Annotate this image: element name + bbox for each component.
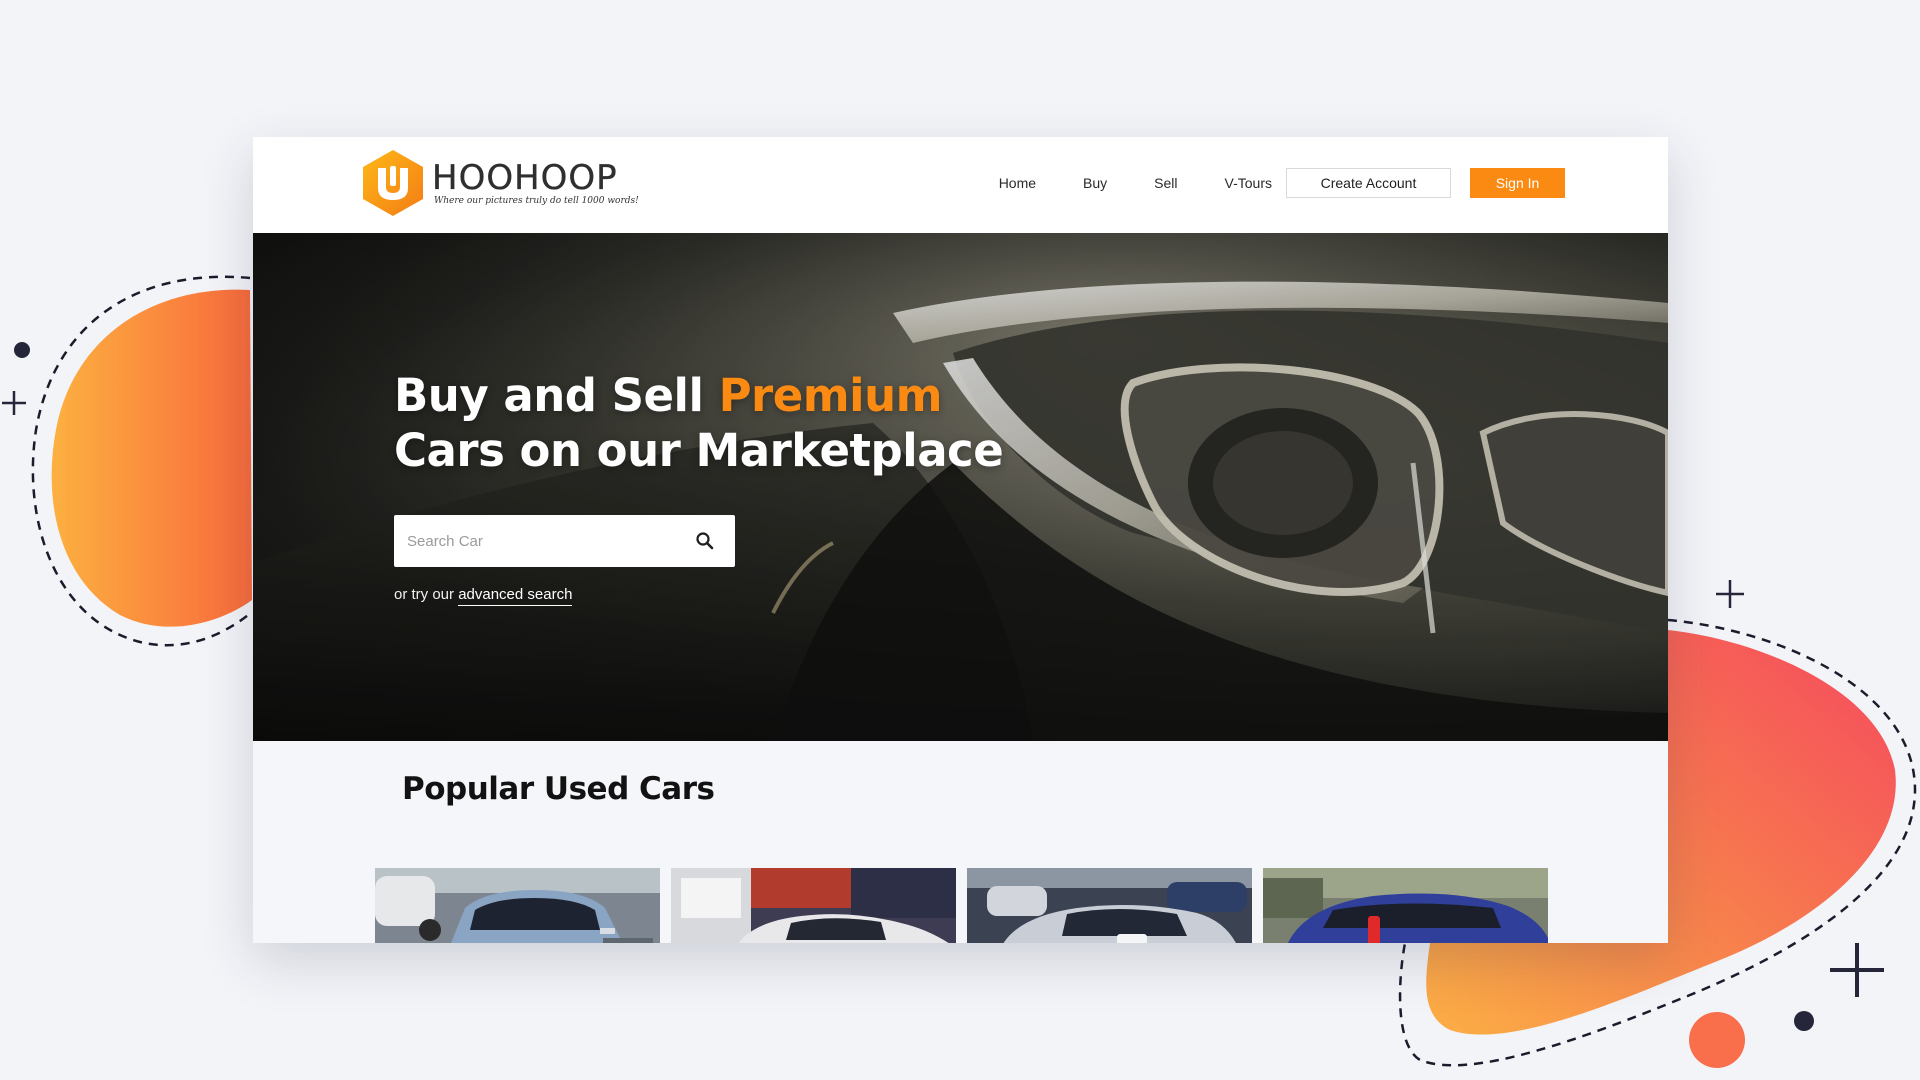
nav-home-link[interactable]: Home (999, 175, 1036, 191)
car-card-list (375, 868, 1548, 943)
popular-title-bold: Popular (402, 771, 534, 807)
left-dashed-outline (31, 275, 253, 647)
car-photo-silver-compact (967, 868, 1252, 943)
right-dark-dot (1794, 1011, 1814, 1031)
left-plus (2, 391, 26, 415)
right-plus-large (1830, 943, 1884, 997)
right-plus-small (1716, 580, 1744, 608)
popular-section: Popular Used Cars (253, 741, 1668, 943)
car-card-2[interactable] (671, 868, 956, 943)
search-bar (394, 515, 735, 567)
website-window: HOOHOOP Where our pictures truly do tell… (253, 137, 1668, 943)
logo-tagline: Where our pictures truly do tell 1000 wo… (434, 196, 639, 206)
logo-text: HOOHOOP Where our pictures truly do tell… (432, 160, 639, 206)
site-header: HOOHOOP Where our pictures truly do tell… (253, 137, 1668, 233)
nav-sell-link[interactable]: Sell (1154, 175, 1177, 191)
car-photo-silver-sedan (375, 868, 660, 943)
car-card-1[interactable] (375, 868, 660, 943)
hexagon-logo-icon (363, 150, 423, 216)
hero-title-accent: Premium (718, 369, 943, 422)
advanced-search-link[interactable]: advanced search (458, 586, 573, 606)
logo-wordmark: HOOHOOP (432, 158, 618, 198)
car-photo-white-hatchback (671, 868, 956, 943)
car-headlight-image (253, 233, 1668, 741)
popular-title-rest: Used Cars (533, 771, 715, 807)
sign-in-button[interactable]: Sign In (1470, 168, 1565, 198)
advanced-search-hint: or try our advanced search (394, 586, 573, 606)
hero-section: Buy and Sell Premium Cars on our Marketp… (253, 233, 1668, 741)
car-photo-blue-hatchback (1263, 868, 1548, 943)
brand-logo[interactable]: HOOHOOP Where our pictures truly do tell… (360, 148, 639, 218)
search-icon[interactable] (695, 531, 715, 551)
search-car-input[interactable] (394, 515, 684, 567)
left-dot (14, 342, 30, 358)
left-blob (51, 289, 252, 627)
car-card-4[interactable] (1263, 868, 1548, 943)
advanced-search-prefix: or try our (394, 586, 459, 603)
create-account-button[interactable]: Create Account (1286, 168, 1451, 198)
hero-headline: Buy and Sell Premium Cars on our Marketp… (394, 368, 1004, 478)
hero-title-part1: Buy and Sell (394, 369, 719, 422)
nav-vtours-link[interactable]: V-Tours (1225, 175, 1272, 191)
popular-title: Popular Used Cars (402, 771, 715, 807)
right-orange-dot (1689, 1012, 1745, 1068)
nav-buy-link[interactable]: Buy (1083, 175, 1107, 191)
car-card-3[interactable] (967, 868, 1252, 943)
hero-title-line2: Cars on our Marketplace (394, 424, 1004, 477)
main-nav: Home Buy Sell V-Tours Create Account Sig… (999, 168, 1565, 198)
